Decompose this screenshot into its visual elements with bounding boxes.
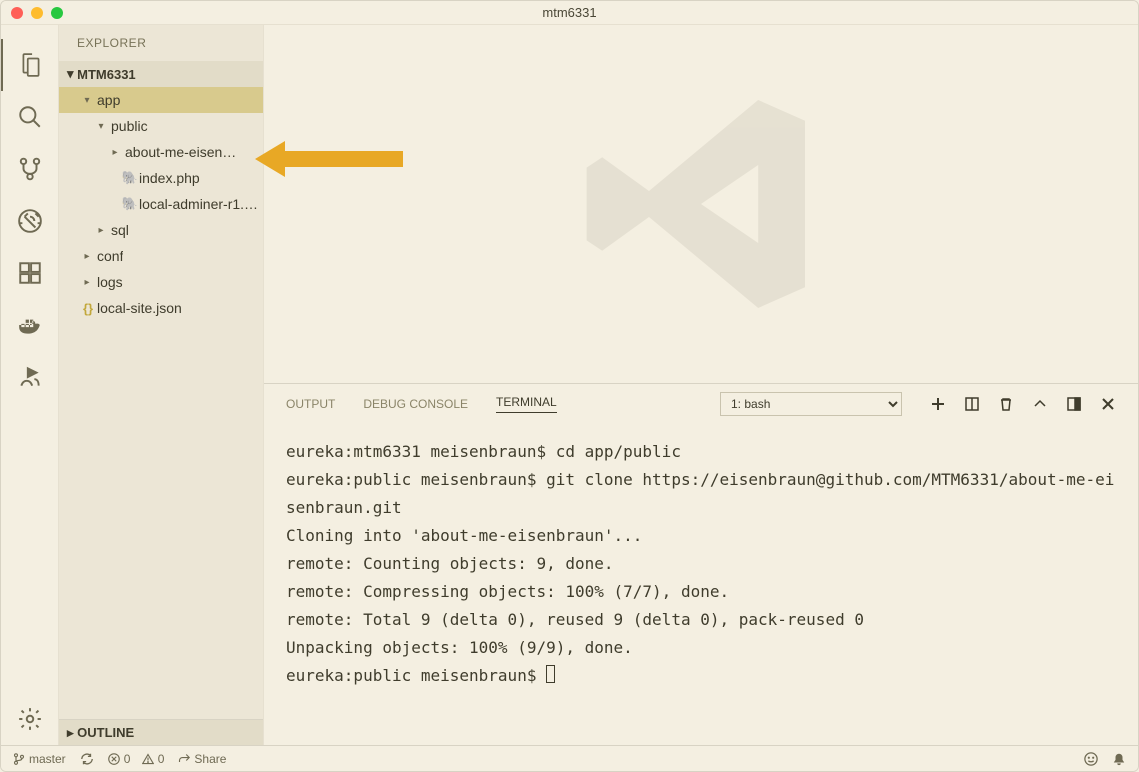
toggle-layout-icon[interactable] xyxy=(1066,396,1082,412)
share-label: Share xyxy=(194,752,226,766)
search-icon[interactable] xyxy=(1,91,59,143)
branch-name: master xyxy=(29,752,66,766)
terminal-line: remote: Compressing objects: 100% (7/7),… xyxy=(286,578,1116,606)
terminal-line: Unpacking objects: 100% (9/9), done. xyxy=(286,634,1116,662)
tree-item[interactable]: ▸ conf xyxy=(59,243,263,269)
tree-item-label: sql xyxy=(111,222,129,238)
sidebar-title: EXPLORER xyxy=(59,25,263,61)
tree-item-label: app xyxy=(97,92,120,108)
live-share-icon[interactable] xyxy=(1,351,59,403)
vscode-watermark-icon xyxy=(571,74,831,334)
tree-item[interactable]: ▸ sql xyxy=(59,217,263,243)
chevron-right-icon: ▸ xyxy=(81,277,93,288)
source-control-icon[interactable] xyxy=(1,143,59,195)
panel-tabs: OUTPUT DEBUG CONSOLE TERMINAL 1: bash xyxy=(264,384,1138,424)
chevron-down-icon: ▾ xyxy=(81,95,93,106)
tab-terminal[interactable]: TERMINAL xyxy=(496,395,557,413)
close-panel-icon[interactable] xyxy=(1100,396,1116,412)
chevron-down-icon: ▾ xyxy=(95,121,107,132)
kill-terminal-icon[interactable] xyxy=(998,396,1014,412)
status-bar: master 0 0 Share xyxy=(1,745,1138,771)
tree-item-label: logs xyxy=(97,274,123,290)
chevron-right-icon: ▸ xyxy=(109,147,121,158)
tree-item-label: public xyxy=(111,118,148,134)
terminal-line: eureka:public meisenbraun$ xyxy=(286,662,1116,690)
tree-item-label: conf xyxy=(97,248,123,264)
debug-icon[interactable] xyxy=(1,195,59,247)
workspace-name: MTM6331 xyxy=(77,67,136,82)
errors-count: 0 xyxy=(124,752,131,766)
extensions-icon[interactable] xyxy=(1,247,59,299)
terminal-cursor xyxy=(546,665,555,683)
workspace-header[interactable]: ▾ MTM6331 xyxy=(59,61,263,87)
chevron-right-icon: ▸ xyxy=(81,251,93,262)
terminal-line: eureka:mtm6331 meisenbraun$ cd app/publi… xyxy=(286,438,1116,466)
workbench-body: EXPLORER ▾ MTM6331 ▾ app ▾ public ▸ about-me-… xyxy=(1,25,1138,745)
docker-icon[interactable] xyxy=(1,299,59,351)
notifications-icon[interactable] xyxy=(1112,752,1126,766)
tree-item-label: about-me-eisen… xyxy=(125,144,236,160)
tree-item-label: index.php xyxy=(139,170,200,186)
chevron-right-icon: ▸ xyxy=(95,225,107,236)
maximize-panel-icon[interactable] xyxy=(1032,396,1048,412)
panel-actions xyxy=(930,396,1116,412)
tree-item[interactable]: 🐘local-adminer-r1.… xyxy=(59,191,263,217)
json-file-icon: {} xyxy=(79,301,97,316)
git-branch-status[interactable]: master xyxy=(13,752,66,766)
feedback-icon[interactable] xyxy=(1084,752,1098,766)
tree-item[interactable]: {}local-site.json xyxy=(59,295,263,321)
tree-item[interactable]: 🐘index.php xyxy=(59,165,263,191)
outline-label: OUTLINE xyxy=(77,725,134,740)
php-file-icon: 🐘 xyxy=(121,170,139,186)
problems-status[interactable]: 0 0 xyxy=(108,752,165,766)
explorer-icon[interactable] xyxy=(1,39,59,91)
chevron-right-icon: ▸ xyxy=(67,725,77,741)
tab-output[interactable]: OUTPUT xyxy=(286,397,335,411)
branch-icon xyxy=(13,753,25,765)
vscode-window: mtm6331 xyxy=(0,0,1139,772)
activity-bar xyxy=(1,25,59,745)
outline-header[interactable]: ▸ OUTLINE xyxy=(59,719,263,745)
php-file-icon: 🐘 xyxy=(121,196,139,212)
sync-button[interactable] xyxy=(80,752,94,766)
bottom-panel: OUTPUT DEBUG CONSOLE TERMINAL 1: bash xyxy=(264,383,1138,745)
warning-icon xyxy=(142,753,154,765)
settings-gear-icon[interactable] xyxy=(1,693,59,745)
chevron-down-icon: ▾ xyxy=(67,66,77,82)
split-terminal-icon[interactable] xyxy=(964,396,980,412)
empty-editor xyxy=(264,25,1138,383)
terminal-shell-select[interactable]: 1: bash xyxy=(720,392,902,416)
new-terminal-icon[interactable] xyxy=(930,396,946,412)
share-icon xyxy=(178,753,190,765)
tree-item[interactable]: ▾ app xyxy=(59,87,263,113)
explorer-sidebar: EXPLORER ▾ MTM6331 ▾ app ▾ public ▸ about-me-… xyxy=(59,25,264,745)
live-share-status[interactable]: Share xyxy=(178,752,226,766)
tree-item[interactable]: ▸ about-me-eisen… xyxy=(59,139,263,165)
sync-icon xyxy=(80,752,94,766)
tree-item-label: local-adminer-r1.… xyxy=(139,196,258,212)
terminal-line: remote: Total 9 (delta 0), reused 9 (del… xyxy=(286,606,1116,634)
terminal-line: Cloning into 'about-me-eisenbraun'... xyxy=(286,522,1116,550)
terminal-line: eureka:public meisenbraun$ git clone htt… xyxy=(286,466,1116,522)
tree-item[interactable]: ▾ public xyxy=(59,113,263,139)
tree-item-label: local-site.json xyxy=(97,300,182,316)
tree-item[interactable]: ▸ logs xyxy=(59,269,263,295)
error-icon xyxy=(108,753,120,765)
file-tree: ▾app▾public▸about-me-eisen…🐘index.php🐘lo… xyxy=(59,87,263,321)
editor-area: OUTPUT DEBUG CONSOLE TERMINAL 1: bash xyxy=(264,25,1138,745)
terminal-output[interactable]: eureka:mtm6331 meisenbraun$ cd app/publi… xyxy=(264,424,1138,745)
terminal-line: remote: Counting objects: 9, done. xyxy=(286,550,1116,578)
window-title: mtm6331 xyxy=(1,5,1138,20)
tab-debug-console[interactable]: DEBUG CONSOLE xyxy=(363,397,468,411)
titlebar: mtm6331 xyxy=(1,1,1138,25)
warnings-count: 0 xyxy=(158,752,165,766)
